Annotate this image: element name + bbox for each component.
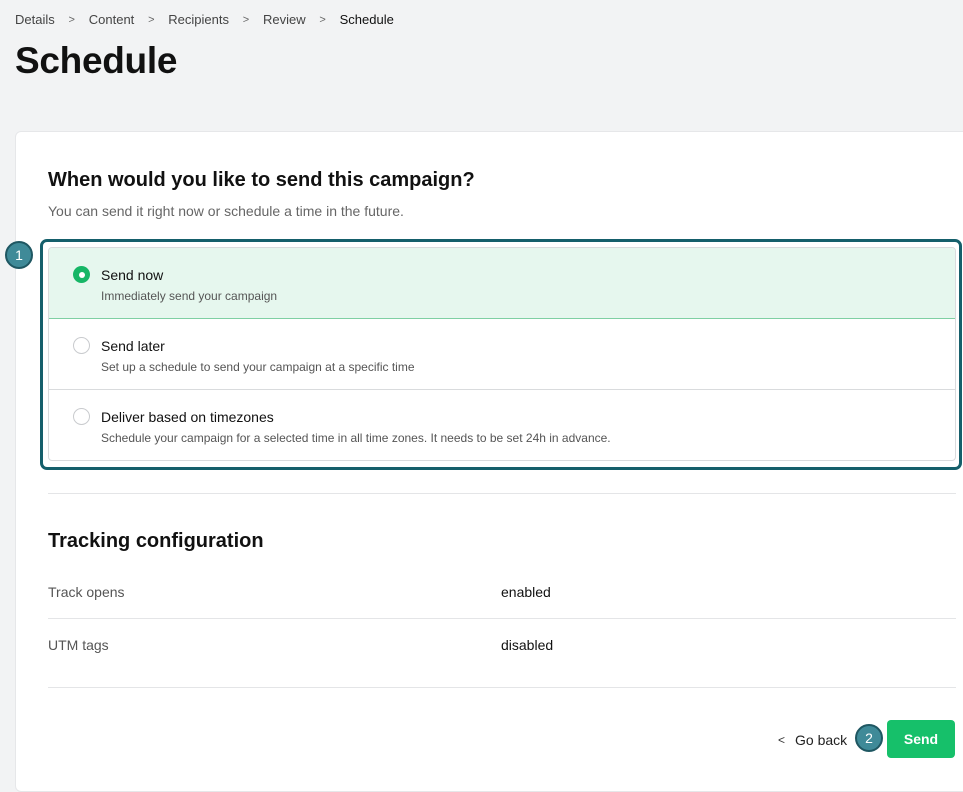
- utm-tags-value: disabled: [501, 637, 554, 653]
- chevron-left-icon: <: [778, 733, 786, 747]
- utm-tags-label: UTM tags: [48, 637, 109, 653]
- option-send-later[interactable]: Send later Set up a schedule to send you…: [49, 319, 955, 390]
- option-description: Schedule your campaign for a selected ti…: [101, 431, 611, 445]
- page-title: Schedule: [15, 40, 178, 81]
- chevron-right-icon: >: [148, 13, 155, 26]
- track-opens-value: enabled: [501, 584, 551, 600]
- option-description: Set up a schedule to send your campaign …: [101, 360, 415, 374]
- radio-send-now[interactable]: [73, 266, 90, 283]
- chevron-right-icon: >: [319, 13, 326, 26]
- section-divider: [48, 493, 956, 494]
- breadcrumb: Details > Content > Recipients > Review …: [15, 12, 394, 27]
- option-send-now[interactable]: Send now Immediately send your campaign: [49, 248, 955, 319]
- schedule-subtitle: You can send it right now or schedule a …: [48, 203, 404, 219]
- radio-send-later[interactable]: [73, 337, 90, 354]
- go-back-link[interactable]: < Go back: [778, 729, 847, 751]
- schedule-heading: When would you like to send this campaig…: [48, 169, 475, 191]
- radio-deliver-timezones[interactable]: [73, 408, 90, 425]
- send-options-group: Send now Immediately send your campaign …: [48, 247, 956, 461]
- option-title: Deliver based on timezones: [101, 409, 274, 425]
- section-divider: [48, 687, 956, 688]
- chevron-right-icon: >: [68, 13, 75, 26]
- breadcrumb-recipients[interactable]: Recipients: [168, 12, 229, 27]
- go-back-label: Go back: [795, 732, 848, 748]
- option-title: Send now: [101, 267, 164, 283]
- breadcrumb-schedule: Schedule: [339, 12, 394, 27]
- annotation-marker-2: 2: [855, 724, 883, 752]
- row-divider: [48, 618, 956, 619]
- annotation-marker-1: 1: [5, 241, 33, 269]
- option-description: Immediately send your campaign: [101, 289, 278, 303]
- option-title: Send later: [101, 338, 165, 354]
- option-deliver-timezones[interactable]: Deliver based on timezones Schedule your…: [49, 390, 955, 460]
- breadcrumb-review[interactable]: Review: [263, 12, 306, 27]
- send-button[interactable]: Send: [887, 720, 955, 758]
- tracking-title: Tracking configuration: [48, 530, 264, 552]
- breadcrumb-content[interactable]: Content: [89, 12, 135, 27]
- track-opens-label: Track opens: [48, 584, 125, 600]
- breadcrumb-details[interactable]: Details: [15, 12, 55, 27]
- chevron-right-icon: >: [242, 13, 250, 26]
